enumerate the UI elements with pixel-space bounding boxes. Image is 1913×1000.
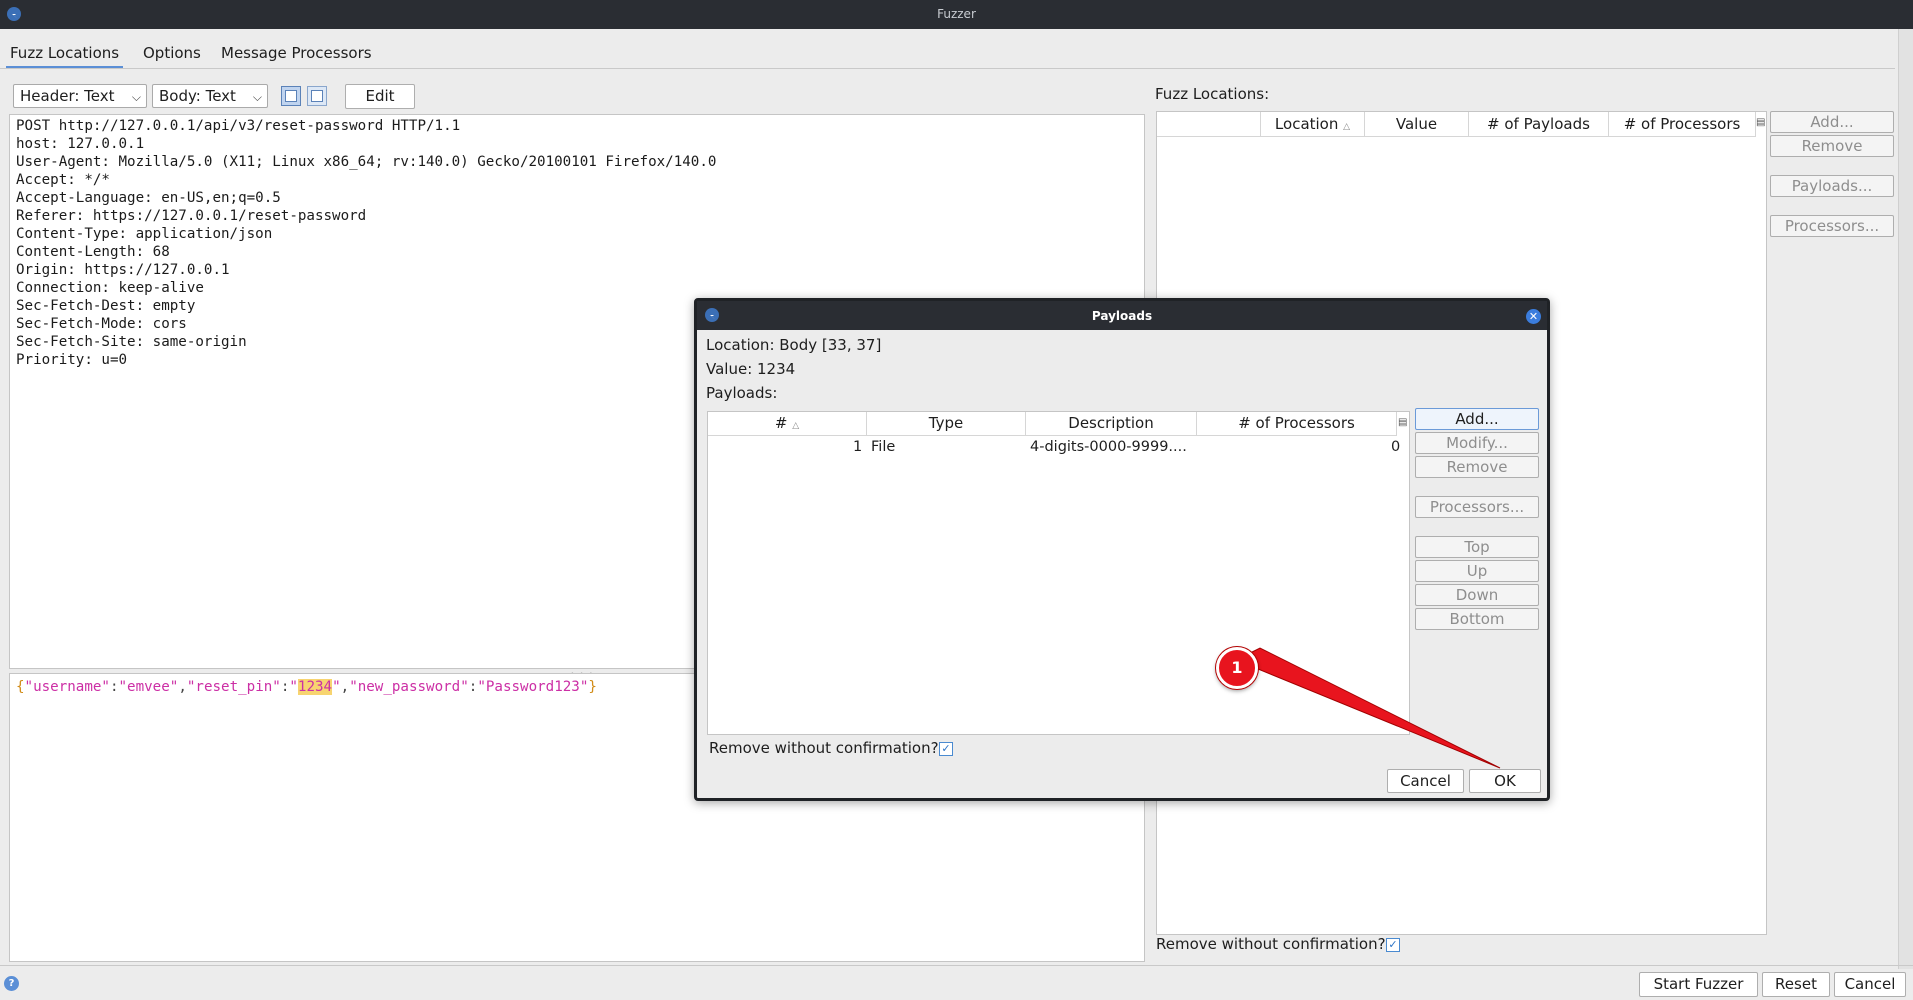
- add-payload-button[interactable]: Add...: [1415, 408, 1539, 430]
- remove-confirm-checkbox[interactable]: ✓: [1386, 938, 1400, 952]
- column-header-payloads[interactable]: # of Payloads: [1469, 112, 1609, 137]
- column-header-location[interactable]: Location △: [1261, 112, 1365, 137]
- sort-asc-icon: △: [792, 421, 800, 431]
- fuzz-locations-label: Fuzz Locations:: [1155, 85, 1270, 103]
- request-header-line: Accept: */*: [16, 172, 110, 188]
- window-titlebar: Fuzzer: [0, 0, 1913, 29]
- remove-confirm-checkbox[interactable]: ✓: [939, 742, 953, 756]
- column-header-description[interactable]: Description: [1026, 412, 1197, 436]
- move-top-button[interactable]: Top: [1415, 536, 1539, 558]
- payload-description: 4-digits-0000-9999....: [1030, 439, 1187, 455]
- fuzz-remove-button[interactable]: Remove: [1770, 135, 1894, 157]
- column-header-type[interactable]: Type: [867, 412, 1026, 436]
- sort-asc-icon: △: [1343, 122, 1351, 132]
- body-view-value: Body: Text: [159, 87, 236, 105]
- request-header-line: Content-Type: application/json: [16, 226, 273, 242]
- window-scrollbar[interactable]: [1898, 29, 1913, 969]
- tab-options[interactable]: Options: [139, 42, 205, 68]
- column-header-blank: [1157, 112, 1261, 137]
- payload-processors: 0: [1391, 439, 1401, 455]
- fuzz-add-button[interactable]: Add...: [1770, 111, 1894, 133]
- request-body-text[interactable]: {"username":"emvee","reset_pin":"1234","…: [16, 678, 597, 696]
- request-header-line: Priority: u=0: [16, 352, 128, 368]
- split-view-icon[interactable]: [281, 86, 301, 106]
- body-view-select[interactable]: Body: Text ⌵: [152, 84, 268, 108]
- move-bottom-button[interactable]: Bottom: [1415, 608, 1539, 630]
- fuzz-location-highlight: 1234: [297, 679, 333, 695]
- fuzz-processors-button[interactable]: Processors...: [1770, 215, 1894, 237]
- start-fuzzer-button[interactable]: Start Fuzzer: [1639, 972, 1758, 997]
- dialog-payloads-label: Payloads:: [706, 384, 778, 402]
- header-view-value: Header: Text: [20, 87, 115, 105]
- dialog-titlebar: Payloads ✕: [697, 301, 1547, 330]
- chevron-down-icon: ⌵: [131, 90, 141, 104]
- fuzz-remove-confirm-option[interactable]: Remove without confirmation? ✓: [1156, 935, 1400, 953]
- column-menu-icon[interactable]: ▤: [1398, 417, 1407, 428]
- request-header-line: host: 127.0.0.1: [16, 136, 145, 152]
- header-view-select[interactable]: Header: Text ⌵: [13, 84, 147, 108]
- request-header-line: Content-Length: 68: [16, 244, 170, 260]
- request-header-line: Sec-Fetch-Dest: empty: [16, 298, 196, 314]
- request-header-line: Connection: keep-alive: [16, 280, 204, 296]
- cancel-button[interactable]: Cancel: [1834, 972, 1906, 997]
- close-icon[interactable]: ✕: [1526, 309, 1541, 324]
- remove-confirm-label: Remove without confirmation?: [1156, 935, 1386, 953]
- move-down-button[interactable]: Down: [1415, 584, 1539, 606]
- remove-confirm-label: Remove without confirmation?: [709, 739, 939, 757]
- payload-type: File: [871, 439, 896, 455]
- annotation-step-badge: 1: [1216, 647, 1258, 689]
- request-header-line: POST http://127.0.0.1/api/v3/reset-passw…: [16, 118, 461, 134]
- reset-button[interactable]: Reset: [1762, 972, 1830, 997]
- window-title: Fuzzer: [937, 7, 976, 21]
- statusbar-divider: [0, 965, 1913, 966]
- tab-fuzz-locations[interactable]: Fuzz Locations: [6, 42, 124, 68]
- edit-button[interactable]: Edit: [345, 84, 415, 109]
- column-header-processors[interactable]: # of Processors: [1609, 112, 1756, 137]
- request-header-line: Referer: https://127.0.0.1/reset-passwor…: [16, 208, 367, 224]
- column-header-processors[interactable]: # of Processors: [1197, 412, 1397, 436]
- request-header-line: Origin: https://127.0.0.1: [16, 262, 230, 278]
- modify-payload-button[interactable]: Modify...: [1415, 432, 1539, 454]
- column-menu-icon[interactable]: ▤: [1756, 117, 1765, 128]
- request-header-line: User-Agent: Mozilla/5.0 (X11; Linux x86_…: [16, 154, 717, 170]
- dialog-value: Value: 1234: [706, 360, 796, 378]
- request-header-line: Accept-Language: en-US,en;q=0.5: [16, 190, 281, 206]
- chevron-down-icon: ⌵: [252, 90, 262, 104]
- column-header-number[interactable]: # △: [708, 412, 867, 436]
- request-header-line: Sec-Fetch-Site: same-origin: [16, 334, 247, 350]
- tab-message-processors[interactable]: Message Processors: [217, 42, 376, 68]
- help-icon[interactable]: ?: [4, 976, 19, 991]
- dialog-location: Location: Body [33, 37]: [706, 336, 882, 354]
- request-header-line: Sec-Fetch-Mode: cors: [16, 316, 187, 332]
- tabbed-view-icon[interactable]: [307, 86, 327, 106]
- payload-number: 1: [853, 439, 863, 455]
- request-header-text[interactable]: POST http://127.0.0.1/api/v3/reset-passw…: [16, 117, 716, 369]
- dialog-title: Payloads: [1091, 309, 1153, 323]
- tab-divider: [0, 68, 1895, 69]
- move-up-button[interactable]: Up: [1415, 560, 1539, 582]
- fuzz-payloads-button[interactable]: Payloads...: [1770, 175, 1894, 197]
- remove-payload-button[interactable]: Remove: [1415, 456, 1539, 478]
- column-header-value[interactable]: Value: [1365, 112, 1469, 137]
- payload-processors-button[interactable]: Processors...: [1415, 496, 1539, 518]
- dialog-remove-confirm-option[interactable]: Remove without confirmation? ✓: [709, 739, 953, 757]
